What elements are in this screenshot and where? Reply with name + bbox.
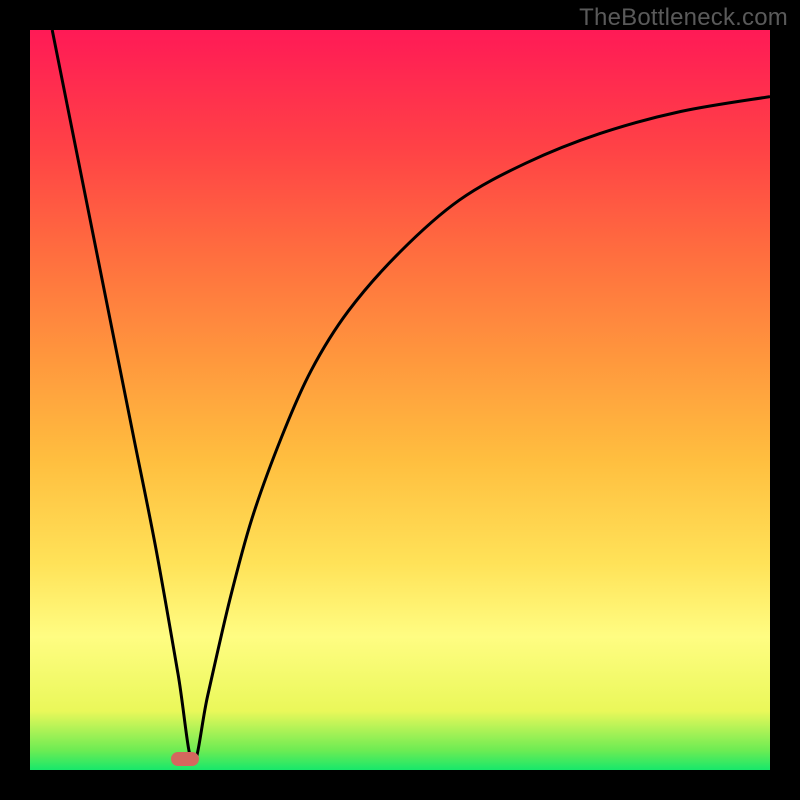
optimal-marker <box>171 752 199 766</box>
plot-area <box>30 30 770 770</box>
chart-frame: TheBottleneck.com <box>0 0 800 800</box>
curve-path <box>52 30 770 763</box>
bottleneck-curve <box>30 30 770 770</box>
watermark-text: TheBottleneck.com <box>579 4 788 32</box>
